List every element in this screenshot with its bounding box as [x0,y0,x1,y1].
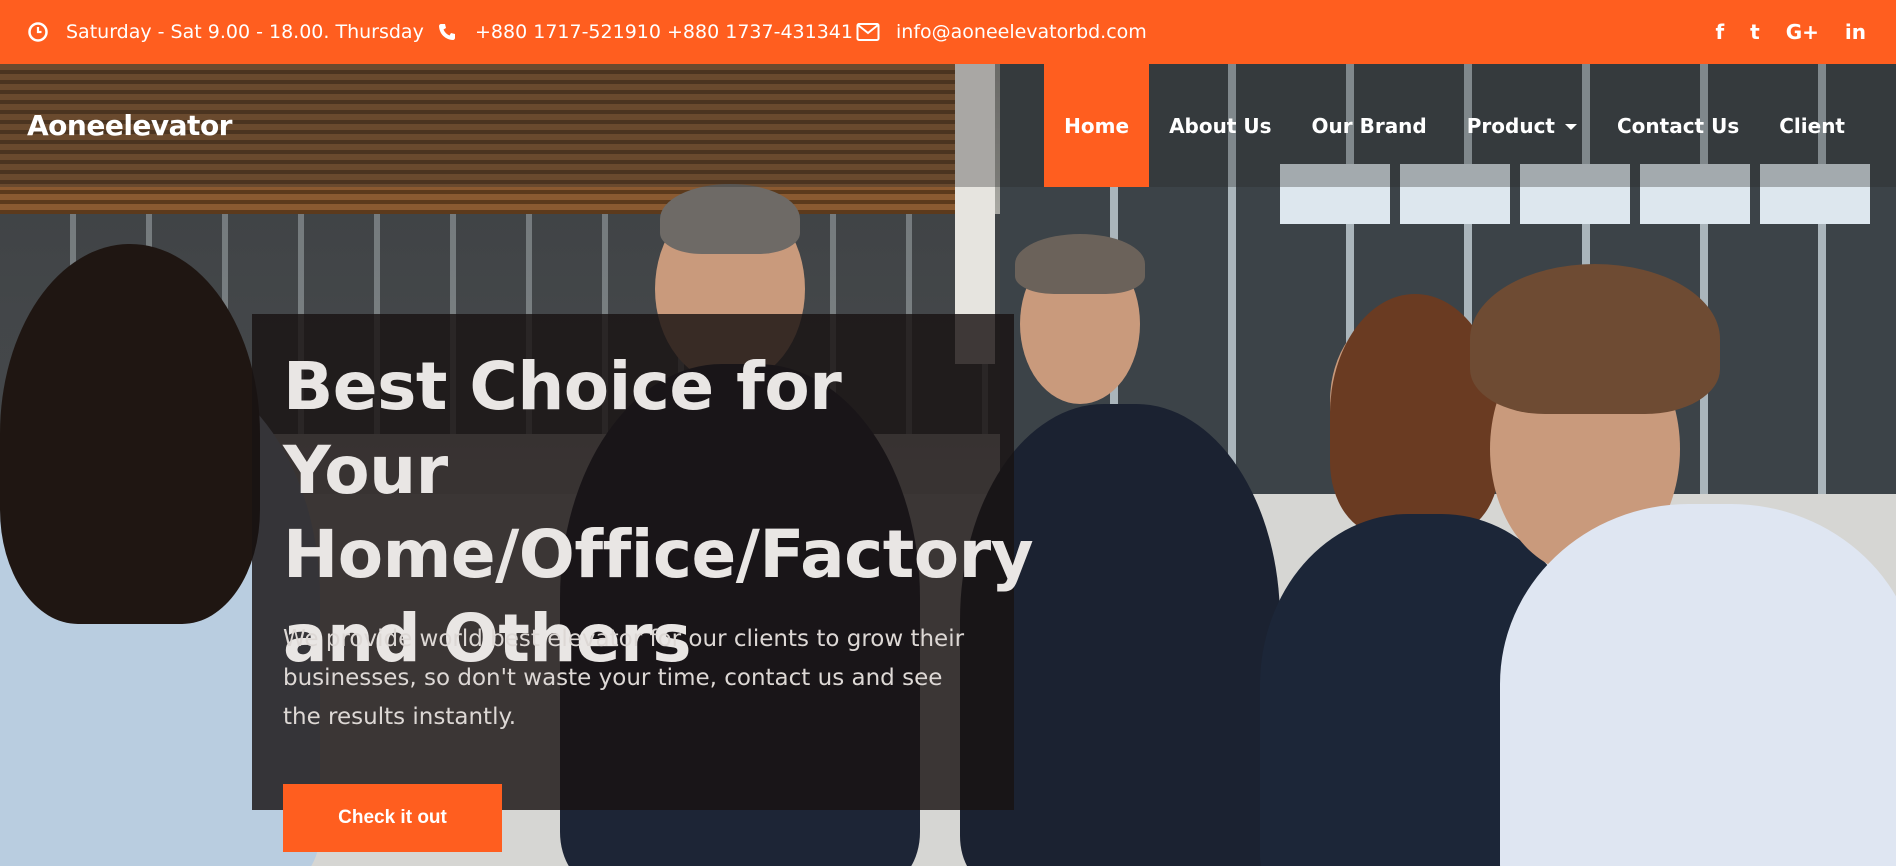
nav-item-product-label: Product [1466,113,1555,138]
twitter-icon[interactable]: t [1750,20,1760,44]
phone-info: +880 1717-521910 +880 1737-431341 [435,0,853,64]
nav-item-home[interactable]: Home [1044,64,1150,187]
nav-item-contact-us[interactable]: Contact Us [1597,64,1759,187]
hero-title-line: Home/Office/Factory [283,516,1034,593]
top-info-bar: Saturday - Sat 9.00 - 18.00. Thursday +8… [0,0,1896,64]
social-links: f t G+ in [1715,0,1866,64]
main-navbar: Aoneelevator Home About Us Our Brand Pro… [0,64,1896,187]
envelope-icon [856,20,880,44]
email-link[interactable]: info@aoneelevatorbd.com [896,21,1147,43]
facebook-icon[interactable]: f [1715,20,1724,44]
check-it-out-button[interactable]: Check it out [283,784,502,852]
email-info: info@aoneelevatorbd.com [856,0,1147,64]
chevron-down-icon [1564,123,1577,130]
google-plus-icon[interactable]: G+ [1786,20,1819,44]
hero-description: We provide world best elevator for our c… [283,626,965,730]
nav-item-about-us[interactable]: About Us [1149,64,1291,187]
site-logo[interactable]: Aoneelevator [27,64,232,187]
clock-icon [26,20,50,44]
nav-menu: Home About Us Our Brand Product Contact … [1044,64,1896,187]
nav-item-client[interactable]: Client [1759,64,1896,187]
linkedin-icon[interactable]: in [1845,20,1866,44]
nav-item-product[interactable]: Product [1447,64,1597,187]
hero-title-line: Best Choice for Your [283,348,842,509]
hours-text: Saturday - Sat 9.00 - 18.00. Thursday [66,21,424,43]
hours-info: Saturday - Sat 9.00 - 18.00. Thursday [26,0,424,64]
phone-icon [435,20,459,44]
phone-text[interactable]: +880 1717-521910 +880 1737-431341 [475,21,853,43]
nav-item-our-brand[interactable]: Our Brand [1292,64,1447,187]
